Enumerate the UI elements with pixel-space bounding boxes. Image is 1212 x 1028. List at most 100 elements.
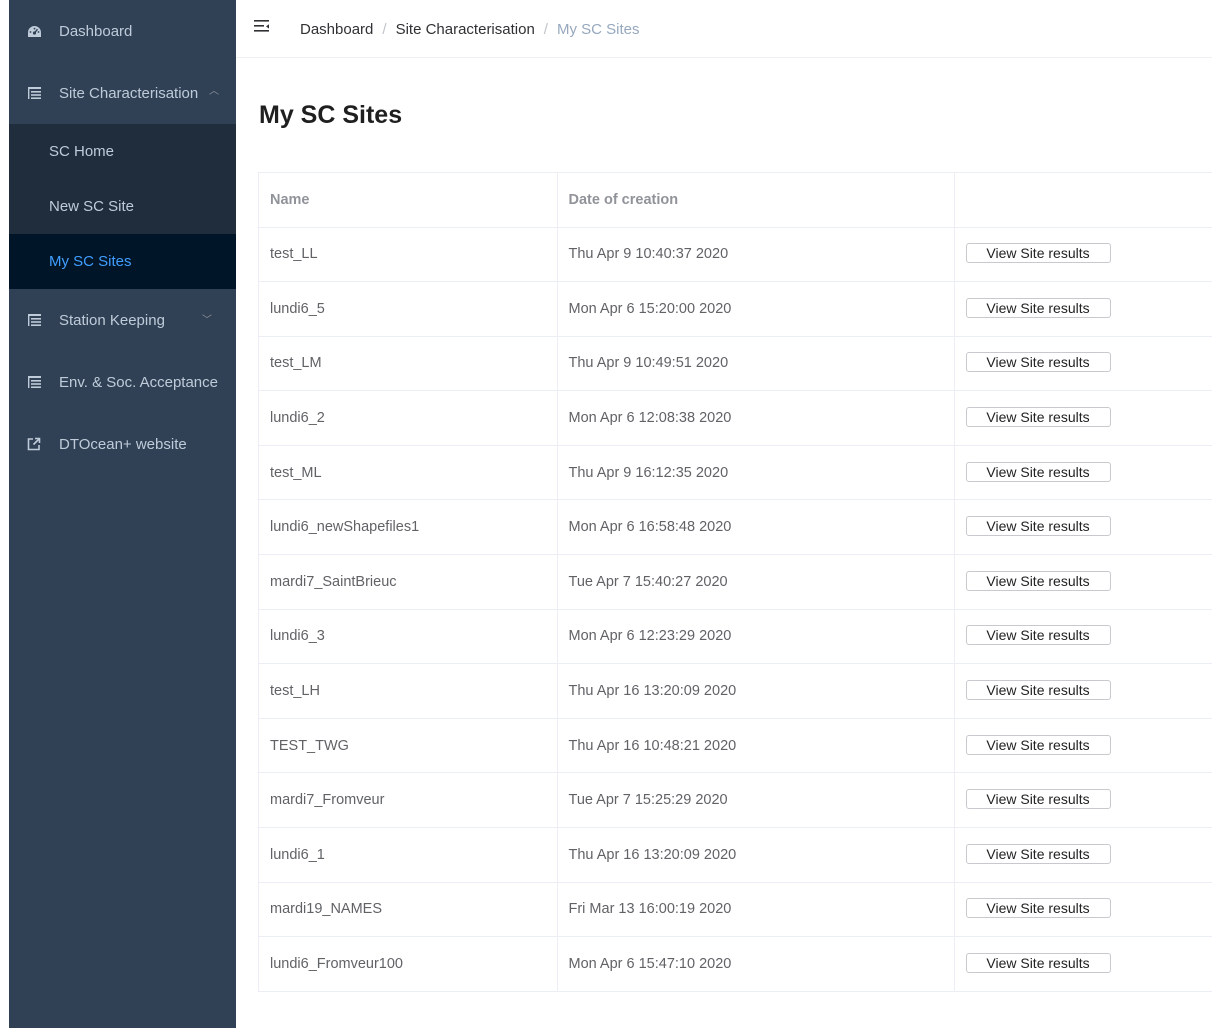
sidebar-item-label: Env. & Soc. Acceptance <box>59 373 218 391</box>
view-site-results-button[interactable]: View Site results <box>965 625 1111 646</box>
page-title: My SC Sites <box>259 101 403 129</box>
table-row: lundi6_Fromveur100 Mon Apr 6 15:47:10 202… <box>259 936 1212 992</box>
site-name-cell: lundi6_Fromveur100 <box>259 936 558 992</box>
chevron-down-icon: ﹀ <box>202 315 212 326</box>
tree-list-icon <box>26 85 42 101</box>
table-row: test_LM Thu Apr 9 10:49:51 2020 View Site … <box>259 336 1212 392</box>
actions-cell: View Site results <box>954 718 1212 774</box>
view-site-results-button[interactable]: View Site results <box>965 243 1111 264</box>
sidebar-item-label: Site Characterisation <box>59 84 199 102</box>
breadcrumb: Dashboard / Site Characterisation / My S… <box>300 21 639 38</box>
site-name-cell: test_LL <box>259 227 558 283</box>
sidebar-item-station-keeping[interactable]: Station Keeping ﹀ <box>9 289 236 351</box>
sidebar: Dashboard Site Characterisation ︿ SC Hom… <box>9 0 236 1028</box>
date-cell: Tue Apr 7 15:40:27 2020 <box>557 554 955 610</box>
date-cell: Thu Apr 16 10:48:21 2020 <box>557 718 955 774</box>
site-name-cell: mardi7_Fromveur <box>259 772 558 829</box>
sites-table: Name Date of creation test_LL Thu Apr 9 1… <box>258 172 1212 992</box>
site-name-cell: lundi6_newShapefiles1 <box>259 499 558 556</box>
table-row: test_ML Thu Apr 9 16:12:35 2020 View Site … <box>259 445 1212 501</box>
actions-cell: View Site results <box>954 445 1212 501</box>
table-row: mardi7_SaintBrieuc Tue Apr 7 15:40:27 202… <box>259 554 1212 610</box>
view-site-results-button[interactable]: View Site results <box>965 461 1111 482</box>
date-cell: Fri Mar 13 16:00:19 2020 <box>557 882 955 938</box>
view-site-results-button[interactable]: View Site results <box>965 680 1111 701</box>
view-site-results-button[interactable]: View Site results <box>965 789 1111 810</box>
view-site-results-button[interactable]: View Site results <box>965 297 1111 318</box>
table-row: lundi6_5 Mon Apr 6 15:20:00 2020 View Site… <box>259 281 1212 337</box>
table-row: lundi6_1 Thu Apr 16 13:20:09 2020 View Sit… <box>259 827 1212 883</box>
actions-cell: View Site results <box>954 882 1212 938</box>
dashboard-icon <box>26 23 42 39</box>
sidebar-item-new-sc-site[interactable]: New SC Site <box>9 179 236 234</box>
date-cell: Tue Apr 7 15:25:29 2020 <box>557 772 955 829</box>
actions-cell: View Site results <box>954 390 1212 446</box>
view-site-results-button[interactable]: View Site results <box>965 953 1111 974</box>
actions-cell: View Site results <box>954 772 1212 829</box>
site-name-cell: TEST_TWG <box>259 718 558 774</box>
sidebar-item-sc-home[interactable]: SC Home <box>9 124 236 179</box>
view-site-results-button[interactable]: View Site results <box>965 570 1111 591</box>
breadcrumb-site-characterisation[interactable]: Site Characterisation <box>396 21 535 38</box>
table-row: test_LH Thu Apr 16 13:20:09 2020 View Site… <box>259 663 1212 719</box>
breadcrumb-current: My SC Sites <box>556 21 640 38</box>
view-site-results-button[interactable]: View Site results <box>965 898 1111 919</box>
date-cell: Thu Apr 16 13:20:09 2020 <box>557 827 955 883</box>
actions-cell: View Site results <box>954 827 1212 883</box>
table-row: test_LL Thu Apr 9 10:40:37 2020 View Site … <box>259 227 1212 283</box>
sidebar-item-label: Dashboard <box>59 22 133 40</box>
sidebar-item-dtocean-website[interactable]: DTOcean+ website <box>9 413 236 475</box>
view-site-results-button[interactable]: View Site results <box>965 734 1111 755</box>
table-row: mardi7_Fromveur Tue Apr 7 15:25:29 2020 Vi… <box>259 772 1212 829</box>
sidebar-item-my-sc-sites[interactable]: My SC Sites <box>9 234 236 289</box>
actions-cell: View Site results <box>954 936 1212 992</box>
actions-cell: View Site results <box>954 663 1212 719</box>
actions-cell: View Site results <box>954 499 1212 556</box>
table-row: lundi6_3 Mon Apr 6 12:23:29 2020 View Site… <box>259 609 1212 665</box>
actions-cell: View Site results <box>954 336 1212 392</box>
date-cell: Mon Apr 6 16:58:48 2020 <box>557 499 955 556</box>
external-link-icon <box>26 436 42 452</box>
date-cell: Thu Apr 9 10:40:37 2020 <box>557 227 955 283</box>
breadcrumb-separator: / <box>543 21 548 38</box>
sidebar-item-dashboard[interactable]: Dashboard <box>9 0 236 62</box>
actions-cell: View Site results <box>954 609 1212 665</box>
actions-cell: View Site results <box>954 554 1212 610</box>
breadcrumb-separator: / <box>382 21 387 38</box>
table-row: lundi6_newShapefiles1 Mon Apr 6 16:58:48 … <box>259 499 1212 556</box>
actions-cell: View Site results <box>954 281 1212 337</box>
site-name-cell: mardi7_SaintBrieuc <box>259 554 558 610</box>
site-name-cell: mardi19_NAMES <box>259 882 558 938</box>
date-cell: Mon Apr 6 15:47:10 2020 <box>557 936 955 992</box>
breadcrumb-dashboard[interactable]: Dashboard <box>300 21 373 38</box>
submenu-site-characterisation: SC Home New SC Site My SC Sites <box>9 124 236 289</box>
view-site-results-button[interactable]: View Site results <box>965 516 1111 537</box>
tree-list-icon <box>26 312 42 328</box>
navbar: Dashboard / Site Characterisation / My S… <box>236 0 1212 58</box>
date-cell: Thu Apr 9 16:12:35 2020 <box>557 445 955 501</box>
table-header-row: Name Date of creation <box>259 173 1212 228</box>
sidebar-item-label: Station Keeping <box>59 311 165 329</box>
chevron-up-icon: ︿ <box>209 86 219 97</box>
site-name-cell: lundi6_1 <box>259 827 558 883</box>
site-name-cell: lundi6_2 <box>259 390 558 446</box>
view-site-results-button[interactable]: View Site results <box>965 407 1111 428</box>
sidebar-item-site-characterisation[interactable]: Site Characterisation ︿ <box>9 62 236 124</box>
table-row: lundi6_2 Mon Apr 6 12:08:38 2020 View Site… <box>259 390 1212 446</box>
site-name-cell: test_LM <box>259 336 558 392</box>
tree-list-icon <box>26 374 42 390</box>
column-header-name: Name <box>259 173 558 228</box>
sidebar-item-label: DTOcean+ website <box>59 435 187 453</box>
site-name-cell: test_ML <box>259 445 558 501</box>
date-cell: Mon Apr 6 12:08:38 2020 <box>557 390 955 446</box>
actions-cell: View Site results <box>954 227 1212 283</box>
view-site-results-button[interactable]: View Site results <box>965 352 1111 373</box>
table-row: TEST_TWG Thu Apr 16 10:48:21 2020 View Sit… <box>259 718 1212 774</box>
date-cell: Thu Apr 9 10:49:51 2020 <box>557 336 955 392</box>
site-name-cell: test_LH <box>259 663 558 719</box>
site-name-cell: lundi6_5 <box>259 281 558 337</box>
sidebar-toggle-icon[interactable] <box>254 19 272 35</box>
sidebar-item-env-soc-acceptance[interactable]: Env. & Soc. Acceptance <box>9 351 236 413</box>
view-site-results-button[interactable]: View Site results <box>965 843 1111 864</box>
date-cell: Thu Apr 16 13:20:09 2020 <box>557 663 955 719</box>
